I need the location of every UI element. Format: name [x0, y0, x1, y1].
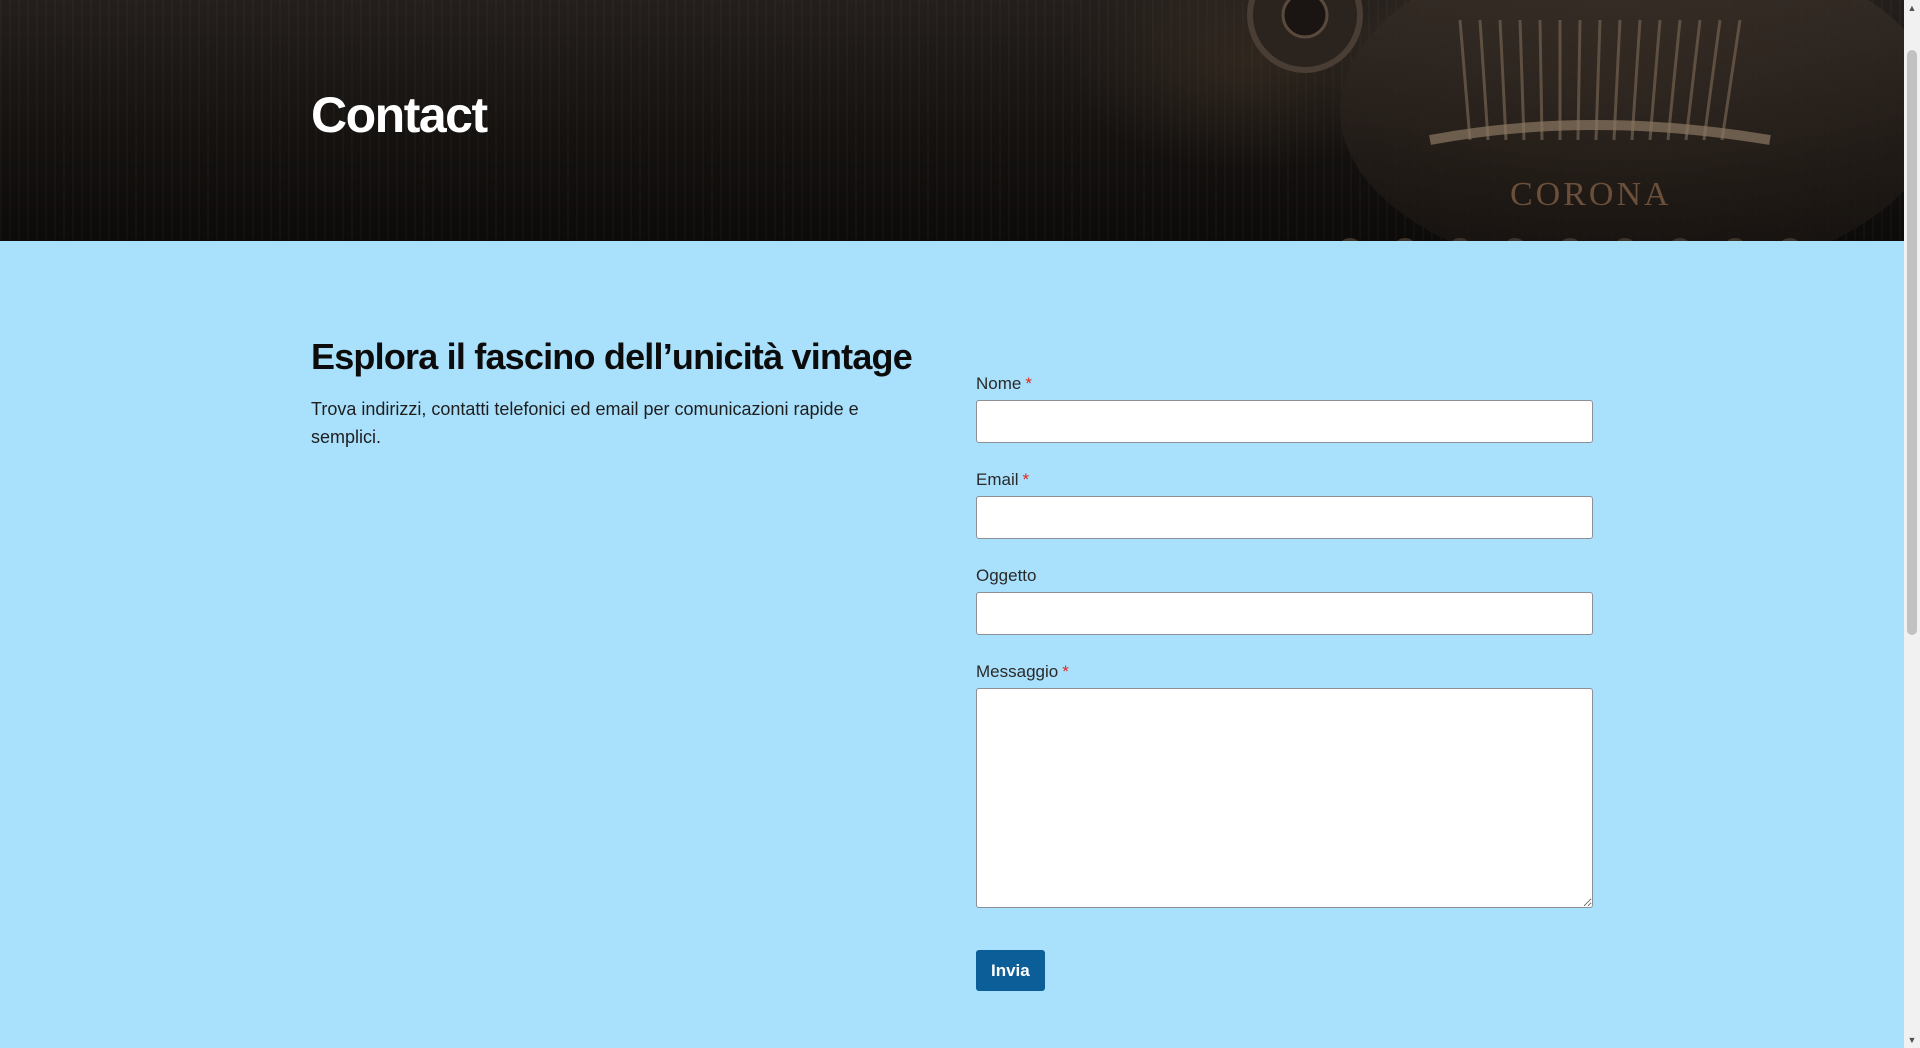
- email-field: Email *: [976, 470, 1593, 539]
- name-label: Nome *: [976, 374, 1593, 394]
- subject-label: Oggetto: [976, 566, 1593, 586]
- required-marker: *: [1062, 662, 1069, 681]
- email-label-text: Email: [976, 470, 1019, 489]
- email-input[interactable]: [976, 496, 1593, 539]
- name-field: Nome *: [976, 374, 1593, 443]
- typewriter-image: CORONA: [1247, 0, 1904, 241]
- required-marker: *: [1025, 374, 1032, 393]
- typewriter-brand: CORONA: [1510, 176, 1672, 213]
- email-label: Email *: [976, 470, 1593, 490]
- intro-heading: Esplora il fascino dell’unicità vintage: [311, 336, 913, 377]
- intro-text: Trova indirizzi, contatti telefonici ed …: [311, 399, 859, 447]
- message-textarea[interactable]: [976, 688, 1593, 908]
- vertical-scrollbar[interactable]: ▲ ▼: [1904, 0, 1920, 1048]
- submit-button[interactable]: Invia: [976, 950, 1045, 991]
- name-input[interactable]: [976, 400, 1593, 443]
- page-title: Contact: [311, 87, 488, 143]
- name-label-text: Nome: [976, 374, 1022, 393]
- hero-banner: CORONA Contact: [0, 0, 1904, 241]
- message-label: Messaggio *: [976, 662, 1593, 682]
- subject-input[interactable]: [976, 592, 1593, 635]
- subject-field: Oggetto: [976, 566, 1593, 635]
- contact-section: Esplora il fascino dell’unicità vintage …: [0, 241, 1904, 1048]
- message-field: Messaggio *: [976, 662, 1593, 908]
- contact-form: Nome * Email * Oggetto Messaggio * Invia: [976, 374, 1593, 991]
- scroll-up-arrow-icon[interactable]: ▲: [1904, 0, 1920, 16]
- required-marker: *: [1022, 470, 1030, 489]
- scroll-thumb[interactable]: [1907, 50, 1917, 635]
- message-label-text: Messaggio: [976, 662, 1059, 681]
- subject-label-text: Oggetto: [976, 566, 1037, 585]
- scroll-down-arrow-icon[interactable]: ▼: [1904, 1032, 1920, 1048]
